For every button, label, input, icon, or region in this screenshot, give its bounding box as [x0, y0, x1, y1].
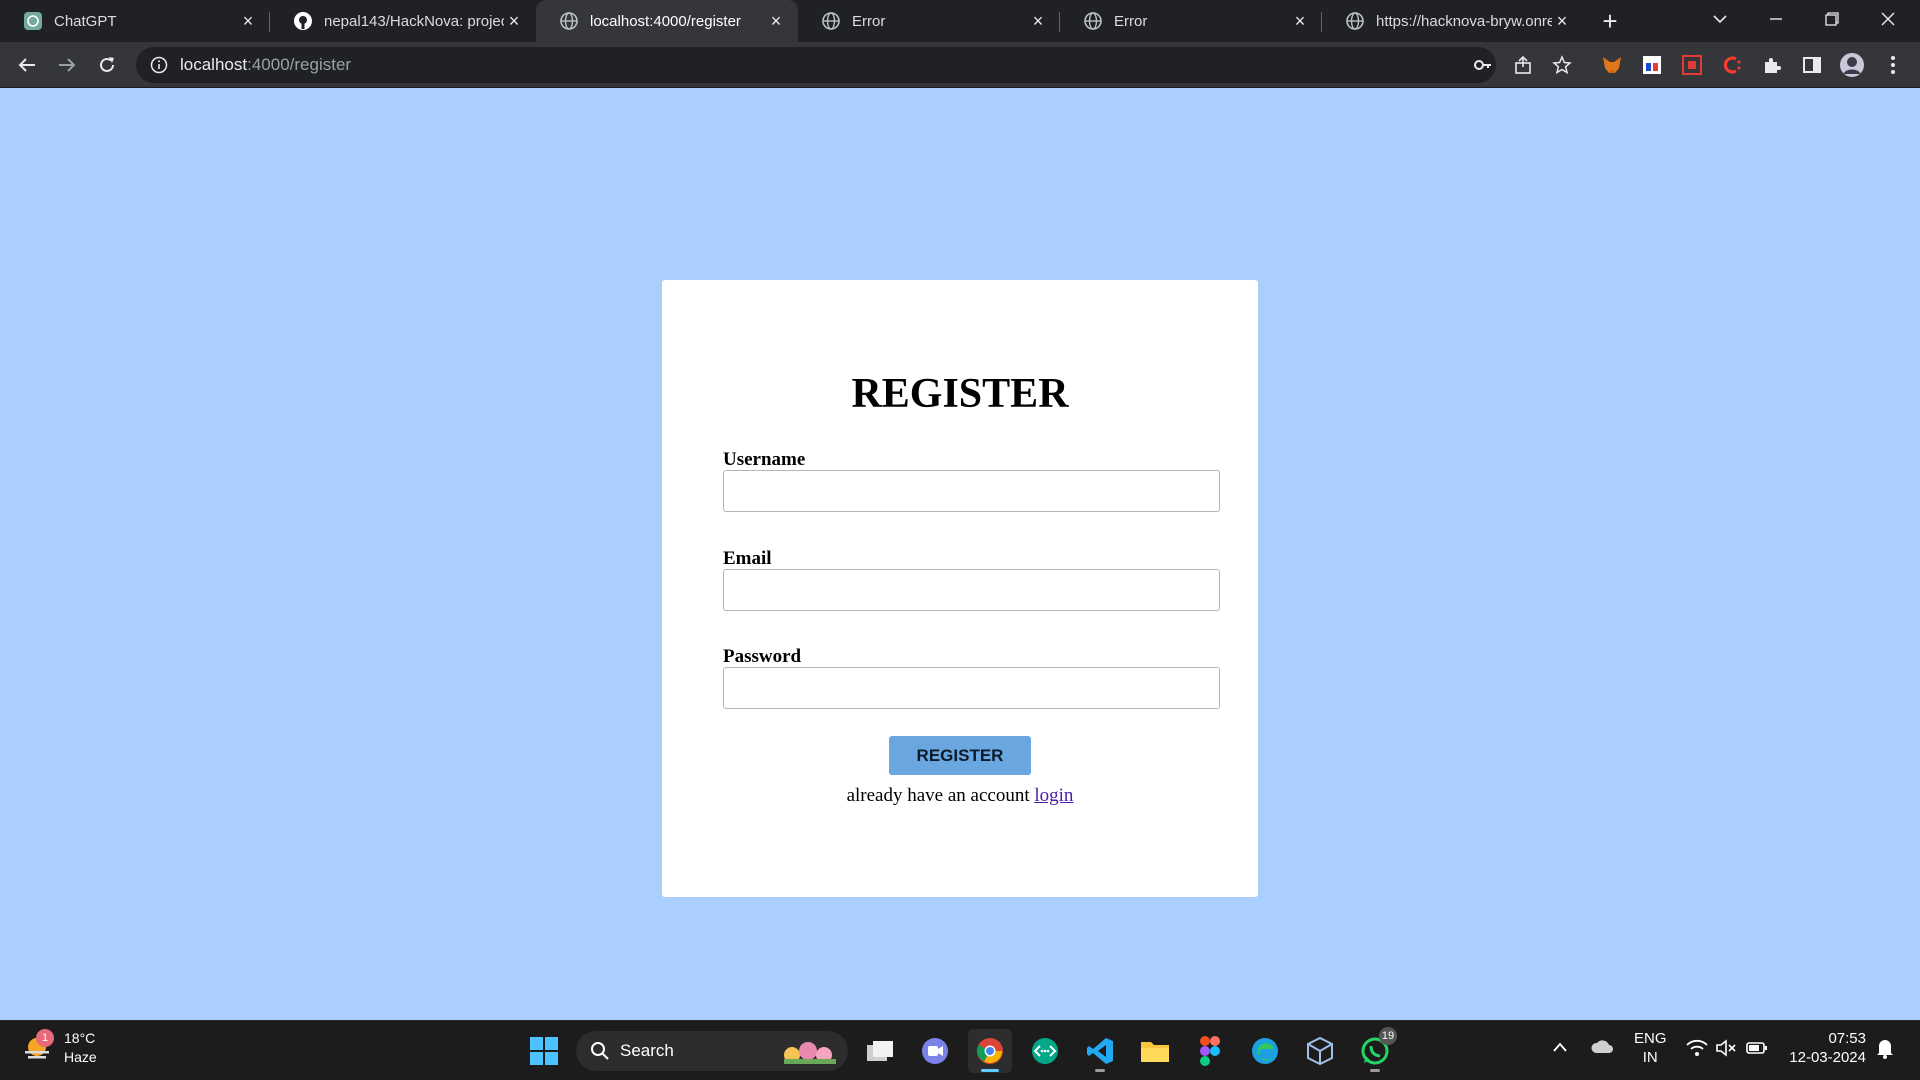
- battery-icon[interactable]: [1746, 1039, 1768, 1062]
- register-button[interactable]: REGISTER: [889, 736, 1031, 775]
- onedrive-cloud-icon[interactable]: [1590, 1037, 1614, 1060]
- weather-sun-icon: 1: [22, 1029, 54, 1063]
- login-prompt-text: already have an account: [846, 785, 1030, 806]
- task-view-icon[interactable]: [858, 1029, 902, 1073]
- register-heading: REGISTER: [851, 371, 1069, 417]
- close-icon[interactable]: ×: [238, 11, 258, 31]
- file-explorer-icon[interactable]: [1133, 1029, 1177, 1073]
- tab-error-1[interactable]: Error ×: [798, 0, 1060, 42]
- tab-title: ChatGPT: [54, 12, 117, 30]
- whatsapp-badge: 19: [1379, 1027, 1397, 1045]
- restore-icon[interactable]: [1804, 0, 1860, 38]
- windows-taskbar: 1 18°C Haze Search 19 ENG IN 07:53 12-03…: [0, 1020, 1920, 1080]
- new-tab-button[interactable]: +: [1596, 6, 1624, 36]
- share-icon[interactable]: [1510, 52, 1536, 78]
- forward-icon[interactable]: [52, 50, 82, 80]
- profile-avatar[interactable]: [1839, 52, 1865, 78]
- language-line1: ENG: [1634, 1030, 1667, 1047]
- side-panel-icon[interactable]: [1799, 52, 1825, 78]
- bookmark-star-icon[interactable]: [1549, 52, 1575, 78]
- email-label: Email: [723, 548, 772, 569]
- register-card: REGISTER Username Email Password REGISTE…: [662, 280, 1258, 897]
- chrome-taskbar-icon[interactable]: [968, 1029, 1012, 1073]
- close-icon[interactable]: ×: [1290, 11, 1310, 31]
- remote-desktop-icon[interactable]: [1023, 1029, 1067, 1073]
- tab-title: https://hacknova-bryw.onre: [1376, 12, 1552, 30]
- clock-time: 07:53: [1828, 1030, 1866, 1047]
- tab-title: nepal143/HackNova: projec: [324, 12, 504, 30]
- weather-temp: 18°C: [64, 1030, 96, 1046]
- address-bar[interactable]: localhost:4000/register: [136, 47, 1496, 83]
- weather-widget[interactable]: 1 18°C Haze: [22, 1029, 97, 1067]
- metamask-extension-icon[interactable]: [1599, 52, 1625, 78]
- clock-date: 12-03-2024: [1789, 1049, 1866, 1066]
- tab-title: Error: [852, 12, 886, 30]
- tab-hacknova[interactable]: https://hacknova-bryw.onre ×: [1322, 0, 1584, 42]
- tab-register[interactable]: localhost:4000/register ×: [536, 0, 798, 42]
- reload-icon[interactable]: [92, 50, 122, 80]
- globe-icon: [560, 12, 578, 30]
- calendar-extension-icon[interactable]: [1639, 52, 1665, 78]
- weather-desc: Haze: [64, 1049, 97, 1065]
- close-icon[interactable]: ×: [1028, 11, 1048, 31]
- page-viewport: REGISTER Username Email Password REGISTE…: [0, 88, 1920, 1020]
- globe-icon: [822, 12, 840, 30]
- search-highlight-flowers-icon: [780, 1037, 840, 1070]
- tab-title: Error: [1114, 12, 1148, 30]
- show-hidden-icons-chevron-icon[interactable]: [1552, 1039, 1568, 1058]
- password-input[interactable]: [723, 667, 1220, 709]
- url-text: localhost:4000/register: [180, 55, 352, 74]
- c-extension-icon[interactable]: [1719, 52, 1745, 78]
- username-label: Username: [723, 449, 806, 470]
- edge-icon[interactable]: [1243, 1029, 1287, 1073]
- speaker-muted-icon[interactable]: [1716, 1039, 1738, 1062]
- tab-strip: ChatGPT × nepal143/HackNova: projec × lo…: [0, 0, 1920, 42]
- minimize-icon[interactable]: [1748, 0, 1804, 38]
- tab-error-2[interactable]: Error ×: [1060, 0, 1322, 42]
- teams-chat-icon[interactable]: [913, 1029, 957, 1073]
- back-icon[interactable]: [12, 50, 42, 80]
- wifi-icon[interactable]: [1686, 1039, 1708, 1062]
- clock[interactable]: 07:53 12-03-2024: [1786, 1029, 1866, 1067]
- language-indicator[interactable]: ENG IN: [1634, 1029, 1667, 1067]
- puzzle-icon[interactable]: [1759, 52, 1785, 78]
- notification-bell-icon[interactable]: [1876, 1037, 1894, 1064]
- chatgpt-icon: [24, 12, 42, 30]
- tab-search-icon[interactable]: [1692, 0, 1748, 38]
- tab-title: localhost:4000/register: [590, 12, 741, 30]
- whatsapp-icon[interactable]: 19: [1353, 1027, 1397, 1073]
- globe-icon: [1084, 12, 1102, 30]
- close-icon[interactable]: ×: [1552, 11, 1572, 31]
- login-link[interactable]: login: [1034, 785, 1073, 806]
- login-prompt: already have an account login: [662, 785, 1258, 807]
- weather-badge: 1: [36, 1029, 54, 1047]
- tab-chatgpt[interactable]: ChatGPT ×: [0, 0, 270, 42]
- email-input[interactable]: [723, 569, 1220, 611]
- close-icon[interactable]: ×: [766, 11, 786, 31]
- search-placeholder: Search: [620, 1041, 674, 1060]
- start-button[interactable]: [522, 1029, 566, 1073]
- password-label: Password: [723, 646, 802, 667]
- virtualbox-icon[interactable]: [1298, 1029, 1342, 1073]
- red-extension-icon[interactable]: [1679, 52, 1705, 78]
- globe-icon: [1346, 12, 1364, 30]
- close-icon[interactable]: ×: [504, 11, 524, 31]
- search-icon: [590, 1041, 610, 1061]
- language-line2: IN: [1642, 1049, 1658, 1066]
- username-input[interactable]: [723, 470, 1220, 512]
- browser-toolbar: localhost:4000/register: [0, 42, 1920, 88]
- tab-github[interactable]: nepal143/HackNova: projec ×: [270, 0, 536, 42]
- key-icon[interactable]: [1470, 52, 1496, 78]
- taskbar-search[interactable]: Search: [576, 1031, 848, 1071]
- vscode-icon[interactable]: [1078, 1029, 1122, 1073]
- menu-kebab-icon[interactable]: [1880, 52, 1906, 78]
- github-icon: [294, 12, 312, 30]
- info-icon[interactable]: [150, 56, 168, 74]
- figma-icon[interactable]: [1188, 1029, 1232, 1073]
- close-window-icon[interactable]: [1860, 0, 1916, 38]
